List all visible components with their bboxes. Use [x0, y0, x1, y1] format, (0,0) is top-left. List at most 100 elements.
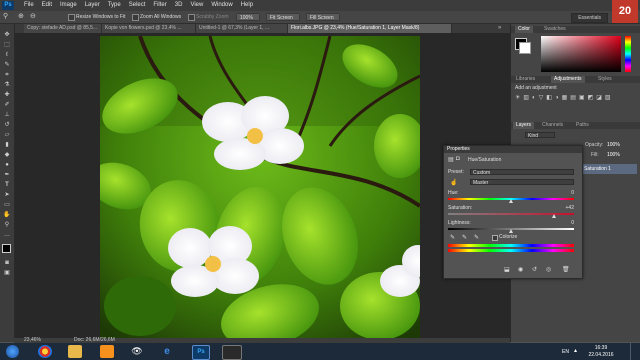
resize-windows-checkbox[interactable] [68, 14, 75, 21]
tab-adjustments[interactable]: Adjustments [551, 76, 585, 83]
properties-title[interactable]: Properties [444, 146, 582, 153]
fill-value[interactable]: 100% [607, 152, 620, 158]
ie-icon[interactable]: e [160, 345, 174, 358]
show-desktop-button[interactable] [630, 343, 639, 360]
opacity-value[interactable]: 100% [607, 142, 620, 148]
workspace-switcher[interactable]: Essentials [571, 13, 608, 23]
tab-document-active[interactable]: Flori.albs.JPG @ 23,4% (Hue/Saturation 1… [288, 24, 452, 33]
more-tools-icon[interactable]: … [3, 232, 11, 239]
menu-window[interactable]: Window [211, 0, 232, 11]
tray-arrows-icon[interactable]: ▴ [574, 348, 577, 354]
clip-to-layer-icon[interactable]: ⬓ [504, 266, 510, 273]
quick-select-tool-icon[interactable]: ✎ [3, 62, 11, 69]
eyedropper-plus-icon[interactable]: ✎ [462, 234, 467, 241]
menu-file[interactable]: File [24, 0, 34, 11]
view-previous-icon[interactable]: ◉ [518, 266, 523, 273]
adjustment-icons[interactable]: ☀▥◐▽◧◑▦▤▣◩◪▧ [515, 94, 625, 110]
camtasia-icon[interactable] [222, 345, 242, 360]
pen-tool-icon[interactable]: ✒ [3, 172, 11, 179]
eyedropper-tool-icon[interactable]: ⚗ [3, 82, 11, 89]
lightness-slider-thumb[interactable] [509, 229, 513, 233]
hue-slider[interactable] [625, 36, 631, 72]
marquee-tool-icon[interactable]: ⬚ [3, 42, 11, 49]
channel-select[interactable]: Master [470, 179, 574, 186]
fill-screen-button[interactable]: Fill Screen [306, 13, 340, 21]
saturation-slider-thumb[interactable] [552, 214, 556, 218]
clock-date[interactable]: 22.04.2016 [584, 352, 618, 358]
lasso-tool-icon[interactable]: ℓ [3, 52, 11, 59]
menu-3d[interactable]: 3D [175, 0, 183, 11]
tab-document-1[interactable]: Copy: stefade AD.psd @ 85,5... [24, 24, 102, 33]
visibility-icon[interactable]: ◎ [546, 266, 551, 273]
layer-filter-kind[interactable]: Kind [525, 132, 555, 139]
media-player-icon[interactable] [100, 345, 114, 358]
history-brush-tool-icon[interactable]: ↺ [3, 122, 11, 129]
menu-layer[interactable]: Layer [85, 0, 100, 11]
tab-layers[interactable]: Layers [513, 122, 535, 129]
eraser-tool-icon[interactable]: ▱ [3, 132, 11, 139]
tab-color[interactable]: Color [515, 26, 533, 33]
fit-screen-button[interactable]: Fit Screen [266, 13, 300, 21]
blur-tool-icon[interactable]: ◆ [3, 152, 11, 159]
lightness-value[interactable]: 0 [554, 220, 574, 226]
foreground-color-swatch[interactable] [2, 244, 11, 253]
color-picker-field[interactable] [541, 36, 621, 72]
eyedropper-icon[interactable]: ✎ [450, 234, 455, 241]
saturation-value[interactable]: +42 [554, 205, 574, 211]
delete-icon[interactable]: 🗑 [562, 266, 570, 273]
tab-styles[interactable]: Styles [595, 76, 615, 83]
explorer-icon[interactable] [68, 345, 82, 358]
tab-document-2[interactable]: Kopie von flowers.psd @ 23,4% ... [102, 24, 196, 33]
eye-app-icon[interactable]: 👁 [130, 345, 144, 358]
scrubby-zoom-checkbox[interactable] [188, 14, 195, 21]
move-tool-icon[interactable]: ✥ [3, 32, 11, 39]
crop-tool-icon[interactable]: ⌗ [3, 72, 11, 79]
zoom-out-icon[interactable]: ⊖ [30, 12, 36, 20]
quick-mask-icon[interactable]: ◙ [3, 260, 11, 267]
hand-tool-icon[interactable]: ✋ [3, 212, 11, 219]
gradient-tool-icon[interactable]: ▮ [3, 142, 11, 149]
menu-filter[interactable]: Filter [153, 0, 166, 11]
layer-mask-icon[interactable]: ◘ [456, 156, 460, 162]
menu-help[interactable]: Help [241, 0, 253, 11]
menu-select[interactable]: Select [129, 0, 146, 11]
zoom-all-windows-checkbox[interactable] [132, 14, 139, 21]
chrome-icon[interactable] [38, 345, 52, 358]
tabs-overflow-icon[interactable]: » [498, 24, 501, 33]
tab-document-3[interactable]: Untitled-1 @ 67,3% (Layer 1, ... [196, 24, 288, 33]
menu-type[interactable]: Type [108, 0, 121, 11]
healing-tool-icon[interactable]: ✚ [3, 92, 11, 99]
colorize-checkbox[interactable] [492, 235, 498, 241]
shape-tool-icon[interactable]: ▭ [3, 202, 11, 209]
tab-paths[interactable]: Paths [573, 122, 592, 129]
menu-edit[interactable]: Edit [42, 0, 52, 11]
hue-slider-thumb[interactable] [509, 199, 513, 203]
eyedropper-minus-icon[interactable]: ✎ [474, 234, 479, 241]
photoshop-taskbar-icon[interactable]: Ps [192, 345, 210, 360]
preset-select[interactable]: Custom [470, 169, 574, 176]
type-tool-icon[interactable]: T [3, 182, 11, 189]
menu-image[interactable]: Image [60, 0, 77, 11]
hue-value[interactable]: 0 [554, 190, 574, 196]
zoom-tool-icon[interactable]: ⚲ [3, 222, 11, 229]
path-select-tool-icon[interactable]: ➤ [3, 192, 11, 199]
start-button-icon[interactable] [6, 345, 19, 358]
tab-channels[interactable]: Channels [539, 122, 566, 129]
dodge-tool-icon[interactable]: ● [3, 162, 11, 169]
language-indicator[interactable]: EN [562, 349, 569, 355]
zoom-tool-icon[interactable]: ⚲ [3, 12, 8, 20]
zoom-100-button[interactable]: 100% [236, 13, 260, 21]
menu-view[interactable]: View [190, 0, 203, 11]
brush-tool-icon[interactable]: ✐ [3, 102, 11, 109]
clock-time[interactable]: 16:39 [588, 345, 614, 351]
reset-icon[interactable]: ↺ [532, 266, 537, 273]
stamp-tool-icon[interactable]: ⊥ [3, 112, 11, 119]
tab-libraries[interactable]: Libraries [513, 76, 538, 83]
zoom-in-icon[interactable]: ⊕ [18, 12, 24, 20]
screen-mode-icon[interactable]: ▣ [3, 270, 11, 277]
targeted-adjust-icon[interactable]: ☝ [450, 179, 457, 186]
color-bg-swatch[interactable] [519, 42, 531, 54]
tab-swatches[interactable]: Swatches [541, 26, 569, 33]
layer-row-selected[interactable]: Saturation 1 [581, 164, 637, 174]
document-photo[interactable] [100, 36, 420, 338]
